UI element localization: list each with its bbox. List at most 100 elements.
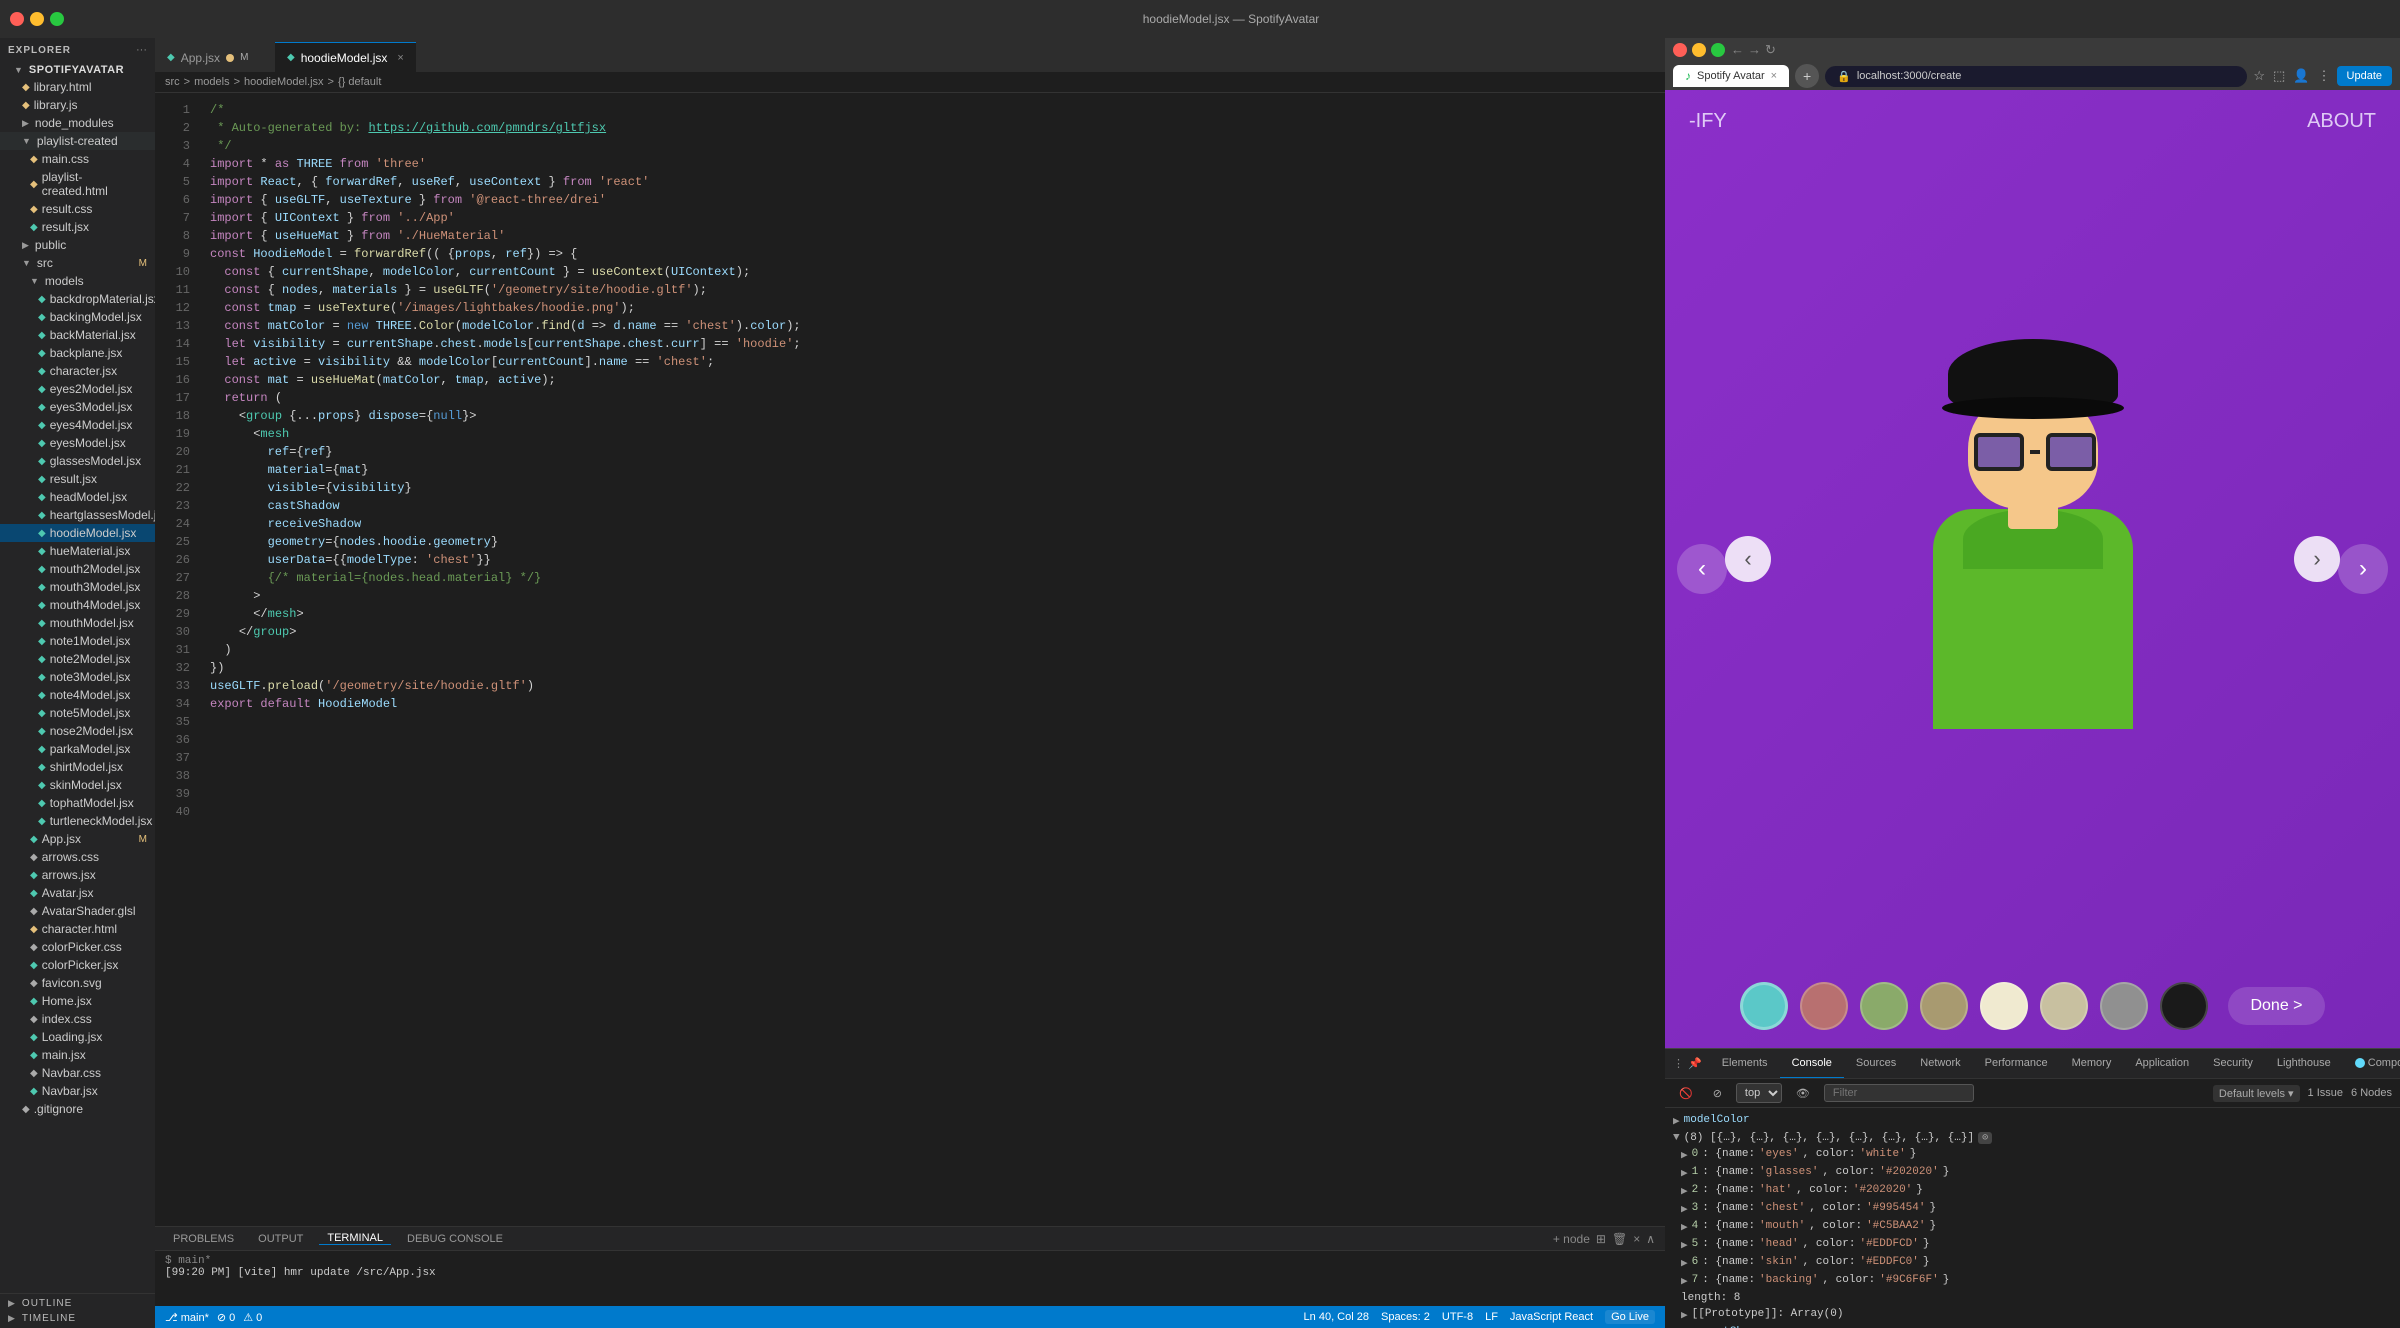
tab-application[interactable]: Application [2123,1049,2201,1079]
swatch-black[interactable] [2160,982,2208,1030]
tab-network[interactable]: Network [1908,1049,1972,1079]
sidebar-item-library-html[interactable]: ◆ library.html [0,78,155,96]
terminal-trash-icon[interactable]: 🗑 [1612,1232,1627,1246]
default-levels-select[interactable]: Default levels ▾ [2213,1085,2300,1102]
update-button[interactable]: Update [2337,66,2392,86]
sidebar-item-nose2[interactable]: ◆ nose2Model.jsx [0,722,155,740]
sidebar-item-skin[interactable]: ◆ skinModel.jsx [0,776,155,794]
context-selector[interactable]: top [1736,1083,1782,1103]
devtools-pin-icon[interactable]: 📌 [1688,1057,1702,1070]
sidebar-item-navbar-css[interactable]: ◆ Navbar.css [0,1064,155,1082]
browser-close-btn[interactable] [1673,43,1687,57]
sidebar-item-backplane[interactable]: ◆ backplane.jsx [0,344,155,362]
sidebar-item-backmaterial[interactable]: ◆ backMaterial.jsx [0,326,155,344]
sidebar-item-character[interactable]: ◆ character.jsx [0,362,155,380]
sidebar-item-src[interactable]: ▼ src M [0,254,155,272]
sidebar-item-eyes4[interactable]: ◆ eyes4Model.jsx [0,416,155,434]
sidebar-item-backdrop[interactable]: ◆ backdropMaterial.jsx [0,290,155,308]
devtools-clear-btn[interactable]: 🚫 [1673,1085,1699,1102]
swatch-teal[interactable] [1740,982,1788,1030]
sidebar-item-glasses[interactable]: ◆ glassesModel.jsx [0,452,155,470]
sidebar-item-result-css[interactable]: ◆ result.css [0,200,155,218]
tab-security[interactable]: Security [2201,1049,2265,1079]
tab-performance[interactable]: Performance [1973,1049,2060,1079]
devtools-menu-icon[interactable]: ⋮ [1673,1057,1684,1070]
sidebar-item-heartglasses[interactable]: ◆ heartglassesModel.jsx [0,506,155,524]
browser-active-tab[interactable]: ♪ Spotify Avatar × [1673,65,1789,87]
nav-about-link[interactable]: ABOUT [2307,110,2376,133]
forward-icon[interactable]: → [1748,42,1761,58]
tab-components[interactable]: Components [2343,1049,2400,1079]
sidebar-item-shirt[interactable]: ◆ shirtModel.jsx [0,758,155,776]
sidebar-item-colorpicker-jsx[interactable]: ◆ colorPicker.jsx [0,956,155,974]
tab-output[interactable]: OUTPUT [250,1233,311,1245]
browser-minimize-btn[interactable] [1692,43,1706,57]
sidebar-item-hue[interactable]: ◆ hueMaterial.jsx [0,542,155,560]
maximize-button[interactable] [50,12,64,26]
nav-ify-link[interactable]: -IFY [1689,110,1727,133]
sidebar-item-playlist-created[interactable]: ▼ playlist-created [0,132,155,150]
sidebar-item-eyes[interactable]: ◆ eyesModel.jsx [0,434,155,452]
done-button[interactable]: Done > [2228,987,2324,1025]
sidebar-item-favicon[interactable]: ◆ favicon.svg [0,974,155,992]
devtools-filter-btn[interactable]: ⊘ [1707,1085,1728,1102]
swatch-cream[interactable] [1980,982,2028,1030]
back-icon[interactable]: ← [1731,42,1744,58]
sidebar-item-library-js[interactable]: ◆ library.js [0,96,155,114]
sidebar-item-arrows-jsx[interactable]: ◆ arrows.jsx [0,866,155,884]
sidebar-item-index-css[interactable]: ◆ index.css [0,1010,155,1028]
devtools-eye-btn[interactable]: 👁 [1790,1085,1816,1102]
browser-maximize-btn[interactable] [1711,43,1725,57]
sidebar-item-mouth3[interactable]: ◆ mouth3Model.jsx [0,578,155,596]
sidebar-item-avatarshader[interactable]: ◆ AvatarShader.glsl [0,902,155,920]
sidebar-item-note3[interactable]: ◆ note3Model.jsx [0,668,155,686]
tab-elements[interactable]: Elements [1710,1049,1780,1079]
sidebar-item-node-modules[interactable]: ▶ node_modules [0,114,155,132]
profile-icon[interactable]: 👤 [2293,68,2309,84]
new-tab-button[interactable]: + [1795,64,1819,88]
close-button[interactable] [10,12,24,26]
sidebar-item-parka[interactable]: ◆ parkaModel.jsx [0,740,155,758]
tab-app-jsx[interactable]: ◆ App.jsx M [155,42,275,72]
sidebar-item-tophat[interactable]: ◆ tophatModel.jsx [0,794,155,812]
filter-input[interactable] [1824,1084,1974,1102]
sidebar-item-arrows-css[interactable]: ◆ arrows.css [0,848,155,866]
sidebar-item-navbar-jsx[interactable]: ◆ Navbar.jsx [0,1082,155,1100]
tab-problems[interactable]: PROBLEMS [165,1233,242,1245]
terminal-chevron-icon[interactable]: ∧ [1646,1232,1655,1246]
swatch-gray[interactable] [2100,982,2148,1030]
tab-lighthouse[interactable]: Lighthouse [2265,1049,2343,1079]
outline-header[interactable]: ▶ OUTLINE [8,1298,147,1309]
swatch-pink[interactable] [1800,982,1848,1030]
sidebar-item-result-jsx[interactable]: ◆ result.jsx [0,218,155,236]
sidebar-item-colorpicker-css[interactable]: ◆ colorPicker.css [0,938,155,956]
tab-debug-console[interactable]: DEBUG CONSOLE [399,1233,511,1245]
swatch-tan[interactable] [2040,982,2088,1030]
reload-icon[interactable]: ↻ [1765,42,1776,58]
sidebar-item-mouth[interactable]: ◆ mouthModel.jsx [0,614,155,632]
sidebar-item-note2[interactable]: ◆ note2Model.jsx [0,650,155,668]
browser-tab-close-icon[interactable]: × [1771,70,1777,82]
swatch-olive[interactable] [1920,982,1968,1030]
sidebar-item-mouth2[interactable]: ◆ mouth2Model.jsx [0,560,155,578]
swatch-green[interactable] [1860,982,1908,1030]
sidebar-item-mouth4[interactable]: ◆ mouth4Model.jsx [0,596,155,614]
sidebar-item-note5[interactable]: ◆ note5Model.jsx [0,704,155,722]
sidebar-item-turtleneck[interactable]: ◆ turtleneckModel.jsx [0,812,155,830]
sidebar-item-note4[interactable]: ◆ note4Model.jsx [0,686,155,704]
sidebar-item-app-jsx[interactable]: ◆ App.jsx M [0,830,155,848]
sidebar-item-gitignore[interactable]: ◆ .gitignore [0,1100,155,1118]
prettier-btn[interactable]: Go Live [1605,1310,1655,1324]
sidebar-item-note1[interactable]: ◆ note1Model.jsx [0,632,155,650]
sidebar-root[interactable]: ▼ SPOTIFYAVATAR [0,62,155,78]
tab-console[interactable]: Console [1780,1049,1844,1079]
tab-memory[interactable]: Memory [2060,1049,2124,1079]
minimize-button[interactable] [30,12,44,26]
inner-prev-button[interactable]: ‹ [1725,536,1771,582]
sidebar-item-home[interactable]: ◆ Home.jsx [0,992,155,1010]
sidebar-item-models[interactable]: ▼ models [0,272,155,290]
split-icon[interactable]: ⊞ [1596,1232,1606,1246]
sidebar-item-eyes2[interactable]: ◆ eyes2Model.jsx [0,380,155,398]
sidebar-item-loading[interactable]: ◆ Loading.jsx [0,1028,155,1046]
tab-terminal[interactable]: TERMINAL [319,1232,391,1245]
